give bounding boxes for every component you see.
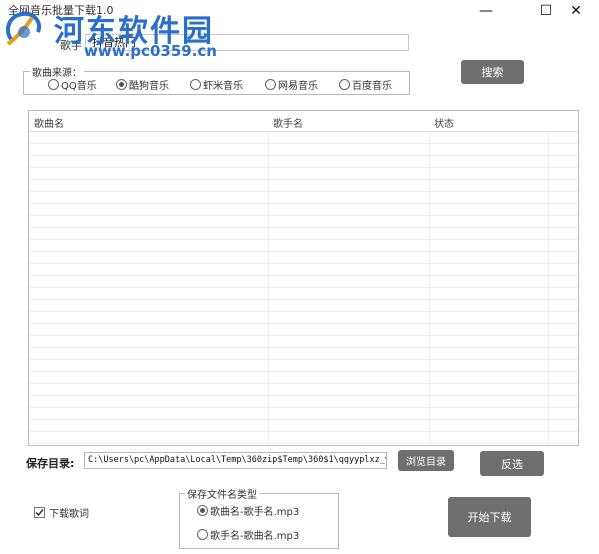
table-row[interactable]: [29, 144, 578, 156]
table-row[interactable]: [29, 360, 578, 372]
radio-circle-icon: [190, 78, 201, 90]
invert-select-button[interactable]: 反选: [480, 451, 544, 476]
column-header-song[interactable]: 歌曲名: [34, 115, 64, 130]
checkbox-label: 下载歌词: [49, 509, 89, 520]
radio-label: 虾米音乐: [203, 80, 243, 92]
table-row[interactable]: [29, 288, 578, 300]
table-row[interactable]: [29, 396, 578, 408]
table-row[interactable]: [29, 216, 578, 228]
table-row[interactable]: [29, 204, 578, 216]
table-row[interactable]: [29, 336, 578, 348]
radio-circle-icon: [339, 78, 350, 90]
table-row[interactable]: [29, 132, 578, 144]
table-row[interactable]: [29, 432, 578, 444]
radio-circle-icon: [197, 528, 208, 540]
radio-netease-music[interactable]: 网易音乐: [265, 77, 318, 92]
table-row[interactable]: [29, 252, 578, 264]
table-row[interactable]: [29, 420, 578, 432]
download-lyrics-checkbox[interactable]: 下载歌词: [34, 505, 89, 520]
watermark-url: www.pc0359.cn: [84, 42, 217, 60]
radio-label: 歌手名-歌曲名.mp3: [210, 530, 300, 542]
table-row[interactable]: [29, 228, 578, 240]
table-row[interactable]: [29, 372, 578, 384]
table-row[interactable]: [29, 324, 578, 336]
radio-song-singer[interactable]: 歌曲名-歌手名.mp3: [197, 503, 300, 518]
radio-label: QQ音乐: [61, 80, 97, 92]
radio-circle-icon: [265, 78, 276, 90]
filename-type-legend: 保存文件名类型: [185, 486, 259, 501]
table-row[interactable]: [29, 192, 578, 204]
close-button[interactable]: ✕: [553, 0, 599, 22]
start-download-button[interactable]: 开始下载: [448, 497, 531, 537]
table-row[interactable]: [29, 408, 578, 420]
search-button[interactable]: 搜索: [461, 60, 524, 84]
table-row[interactable]: [29, 276, 578, 288]
radio-selected-icon: [197, 504, 208, 516]
radio-circle-icon: [48, 78, 59, 90]
maximize-icon: ☐: [539, 3, 553, 19]
minimize-icon: —: [479, 3, 493, 19]
radio-label: 歌曲名-歌手名.mp3: [210, 506, 300, 518]
minimize-button[interactable]: —: [463, 0, 509, 22]
column-header-singer[interactable]: 歌手名: [273, 115, 303, 130]
table-row[interactable]: [29, 168, 578, 180]
table-row[interactable]: [29, 180, 578, 192]
results-table[interactable]: 歌曲名 歌手名 状态: [28, 110, 579, 446]
column-header-status[interactable]: 状态: [434, 115, 454, 130]
radio-singer-song[interactable]: 歌手名-歌曲名.mp3: [197, 527, 300, 542]
browse-dir-button[interactable]: 浏览目录: [398, 450, 454, 471]
save-dir-input[interactable]: C:\Users\pc\AppData\Local\Temp\360zip$Te…: [84, 452, 387, 469]
radio-xiami-music[interactable]: 虾米音乐: [190, 77, 243, 92]
table-row[interactable]: [29, 312, 578, 324]
radio-kugou-music[interactable]: 酷狗音乐: [116, 77, 169, 92]
radio-label: 百度音乐: [352, 80, 392, 92]
close-icon: ✕: [570, 3, 582, 19]
checkbox-checked-icon: [34, 507, 45, 518]
radio-qq-music[interactable]: QQ音乐: [48, 77, 97, 92]
radio-label: 网易音乐: [278, 80, 318, 92]
table-row[interactable]: [29, 264, 578, 276]
watermark-logo-icon: [5, 11, 41, 46]
radio-baidu-music[interactable]: 百度音乐: [339, 77, 392, 92]
table-row[interactable]: [29, 384, 578, 396]
table-row[interactable]: [29, 156, 578, 168]
table-row[interactable]: [29, 348, 578, 360]
table-header: 歌曲名 歌手名 状态: [29, 111, 578, 132]
table-row[interactable]: [29, 240, 578, 252]
radio-label: 酷狗音乐: [129, 80, 169, 92]
save-dir-label: 保存目录:: [26, 457, 75, 470]
radio-selected-icon: [116, 78, 127, 90]
table-row[interactable]: [29, 300, 578, 312]
